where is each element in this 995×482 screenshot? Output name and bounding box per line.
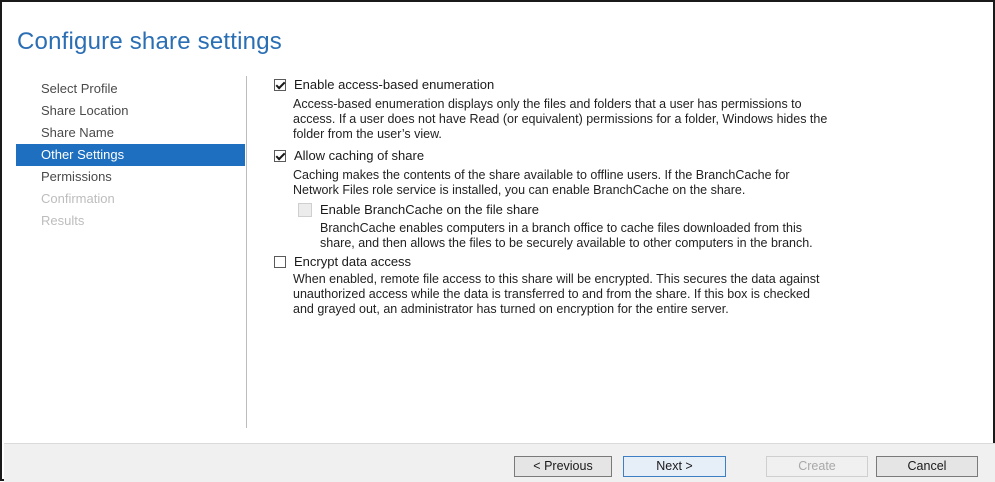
branchcache-desc-line: BranchCache enables computers in a branc… — [320, 221, 802, 235]
encrypt-desc-line: When enabled, remote file access to this… — [293, 272, 820, 286]
abe-desc-line: access. If a user does not have Read (or… — [293, 112, 828, 126]
page-title: Configure share settings — [17, 28, 282, 55]
caching-desc-line: Network Files role service is installed,… — [293, 183, 746, 197]
nav-item-share-name[interactable]: Share Name — [16, 122, 245, 144]
caching-description: Caching makes the contents of the share … — [293, 168, 790, 198]
nav-item-select-profile[interactable]: Select Profile — [16, 78, 245, 100]
abe-desc-line: Access-based enumeration displays only t… — [293, 97, 802, 111]
branchcache-label: Enable BranchCache on the file share — [320, 202, 539, 217]
caching-option[interactable]: Allow caching of share — [274, 148, 424, 163]
encrypt-description: When enabled, remote file access to this… — [293, 272, 819, 317]
abe-description: Access-based enumeration displays only t… — [293, 97, 827, 142]
abe-option[interactable]: Enable access-based enumeration — [274, 77, 494, 92]
nav-divider — [246, 76, 247, 428]
create-button: Create — [766, 456, 868, 477]
branchcache-option: Enable BranchCache on the file share — [298, 202, 539, 217]
abe-desc-line: folder from the user’s view. — [293, 127, 442, 141]
encrypt-desc-line: and grayed out, an administrator has tur… — [293, 302, 729, 316]
nav-item-permissions[interactable]: Permissions — [16, 166, 245, 188]
caching-checkbox[interactable] — [274, 149, 286, 162]
caching-label: Allow caching of share — [294, 148, 425, 163]
wizard-footer: < Previous Next > Create Cancel — [4, 443, 995, 482]
wizard-nav: Select Profile Share Location Share Name… — [16, 78, 245, 232]
abe-label: Enable access-based enumeration — [294, 77, 495, 92]
encrypt-option[interactable]: Encrypt data access — [274, 254, 411, 269]
next-button[interactable]: Next > — [623, 456, 726, 477]
encrypt-desc-line: unauthorized access while the data is tr… — [293, 287, 810, 301]
nav-item-share-location[interactable]: Share Location — [16, 100, 245, 122]
branchcache-description: BranchCache enables computers in a branc… — [320, 221, 813, 251]
caching-desc-line: Caching makes the contents of the share … — [293, 168, 790, 182]
nav-item-confirmation: Confirmation — [41, 191, 115, 206]
abe-checkbox[interactable] — [274, 78, 286, 91]
encrypt-checkbox[interactable] — [274, 255, 286, 268]
encrypt-label: Encrypt data access — [294, 254, 412, 269]
nav-item-other-settings[interactable]: Other Settings — [16, 144, 245, 166]
wizard-window: Configure share settings Select Profile … — [0, 0, 995, 482]
branchcache-desc-line: share, and then allows the files to be s… — [320, 236, 813, 250]
previous-button[interactable]: < Previous — [514, 456, 612, 477]
nav-item-results: Results — [41, 213, 85, 228]
cancel-button[interactable]: Cancel — [876, 456, 978, 477]
branchcache-checkbox — [298, 202, 312, 217]
